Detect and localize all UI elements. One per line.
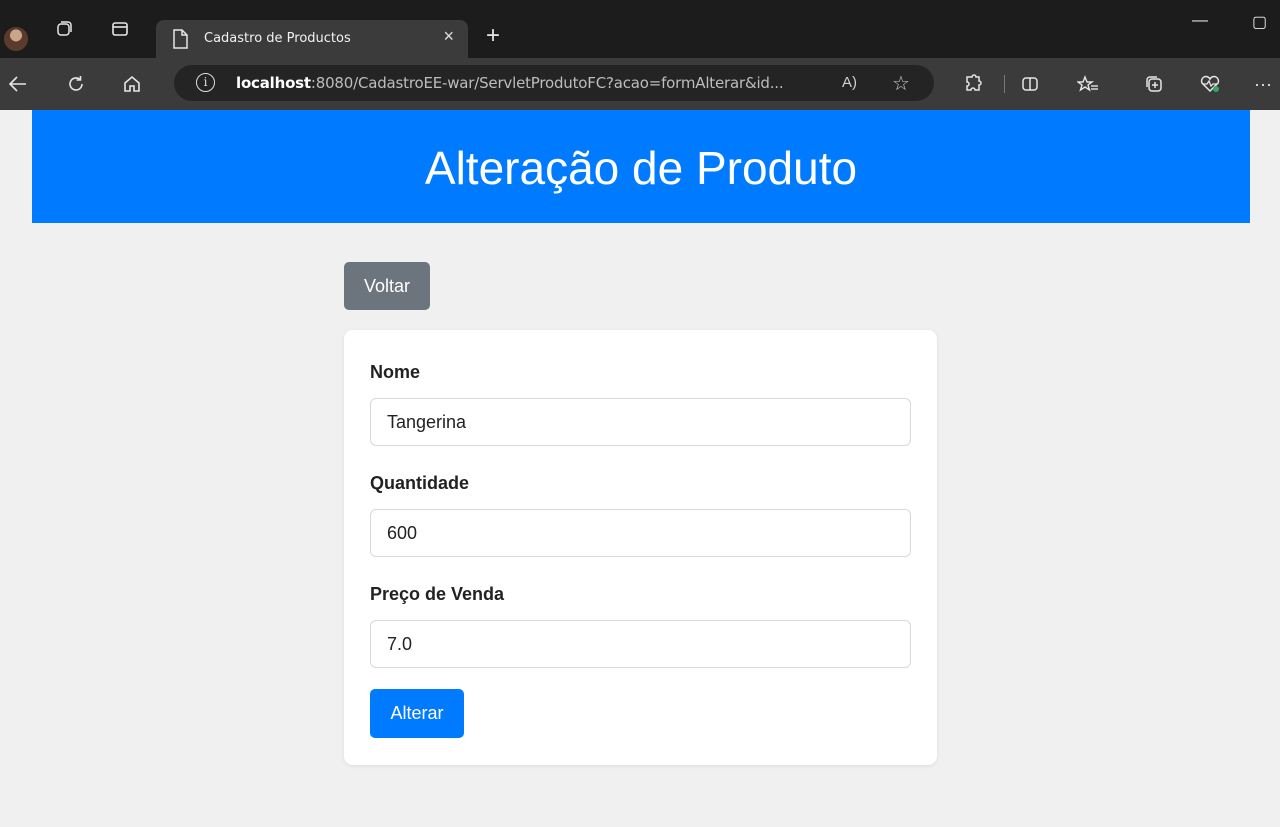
page-title: Alteração de Produto <box>424 141 858 194</box>
more-icon[interactable]: ··· <box>1250 58 1276 110</box>
tab-title: Cadastro de Productos <box>204 31 351 46</box>
tab-cadastro-de-produtos[interactable]: Cadastro de Productos × <box>156 20 468 58</box>
url-text[interactable]: localhost:8080/CadastroEE-war/ServletPro… <box>236 74 784 92</box>
refresh-icon[interactable] <box>62 58 90 110</box>
quantidade-label: Quantidade <box>370 473 470 493</box>
quantidade-input[interactable] <box>370 509 911 557</box>
avatar[interactable] <box>4 27 28 51</box>
info-icon[interactable]: i <box>196 73 215 92</box>
preco-input[interactable] <box>370 620 911 668</box>
minimize-button[interactable]: — <box>1192 12 1208 30</box>
toolbar-separator <box>1004 75 1005 93</box>
preco-label: Preço de Venda <box>370 584 505 604</box>
read-aloud-icon[interactable]: A) <box>842 74 857 91</box>
home-icon[interactable] <box>118 58 146 110</box>
new-tab-icon[interactable]: + <box>486 22 500 50</box>
form-card: Nome Quantidade Preço de Venda Alterar <box>344 330 937 765</box>
split-screen-icon[interactable] <box>1016 58 1044 110</box>
voltar-button[interactable]: Voltar <box>344 262 430 310</box>
close-icon[interactable]: × <box>443 26 454 47</box>
favorites-icon[interactable] <box>1074 58 1102 110</box>
back-icon[interactable] <box>4 58 32 110</box>
workspaces-icon[interactable] <box>52 0 76 58</box>
browser-tab-bar: Cadastro de Productos × + — ▢ <box>0 0 1280 58</box>
page-icon <box>172 29 188 54</box>
favorite-star-icon[interactable]: ☆ <box>892 71 910 96</box>
address-bar[interactable]: i localhost:8080/CadastroEE-war/ServletP… <box>174 65 934 101</box>
alterar-button[interactable]: Alterar <box>370 689 464 738</box>
tab-actions-icon[interactable] <box>108 0 132 58</box>
collections-icon[interactable] <box>1140 58 1168 110</box>
browser-toolbar: i localhost:8080/CadastroEE-war/ServletP… <box>0 58 1280 110</box>
extensions-icon[interactable] <box>958 58 986 110</box>
nome-label: Nome <box>370 362 421 382</box>
page-header: Alteração de Produto <box>32 110 1250 223</box>
nome-input[interactable] <box>370 398 911 446</box>
maximize-button[interactable]: ▢ <box>1252 12 1267 32</box>
browser-essentials-icon[interactable] <box>1196 58 1224 110</box>
